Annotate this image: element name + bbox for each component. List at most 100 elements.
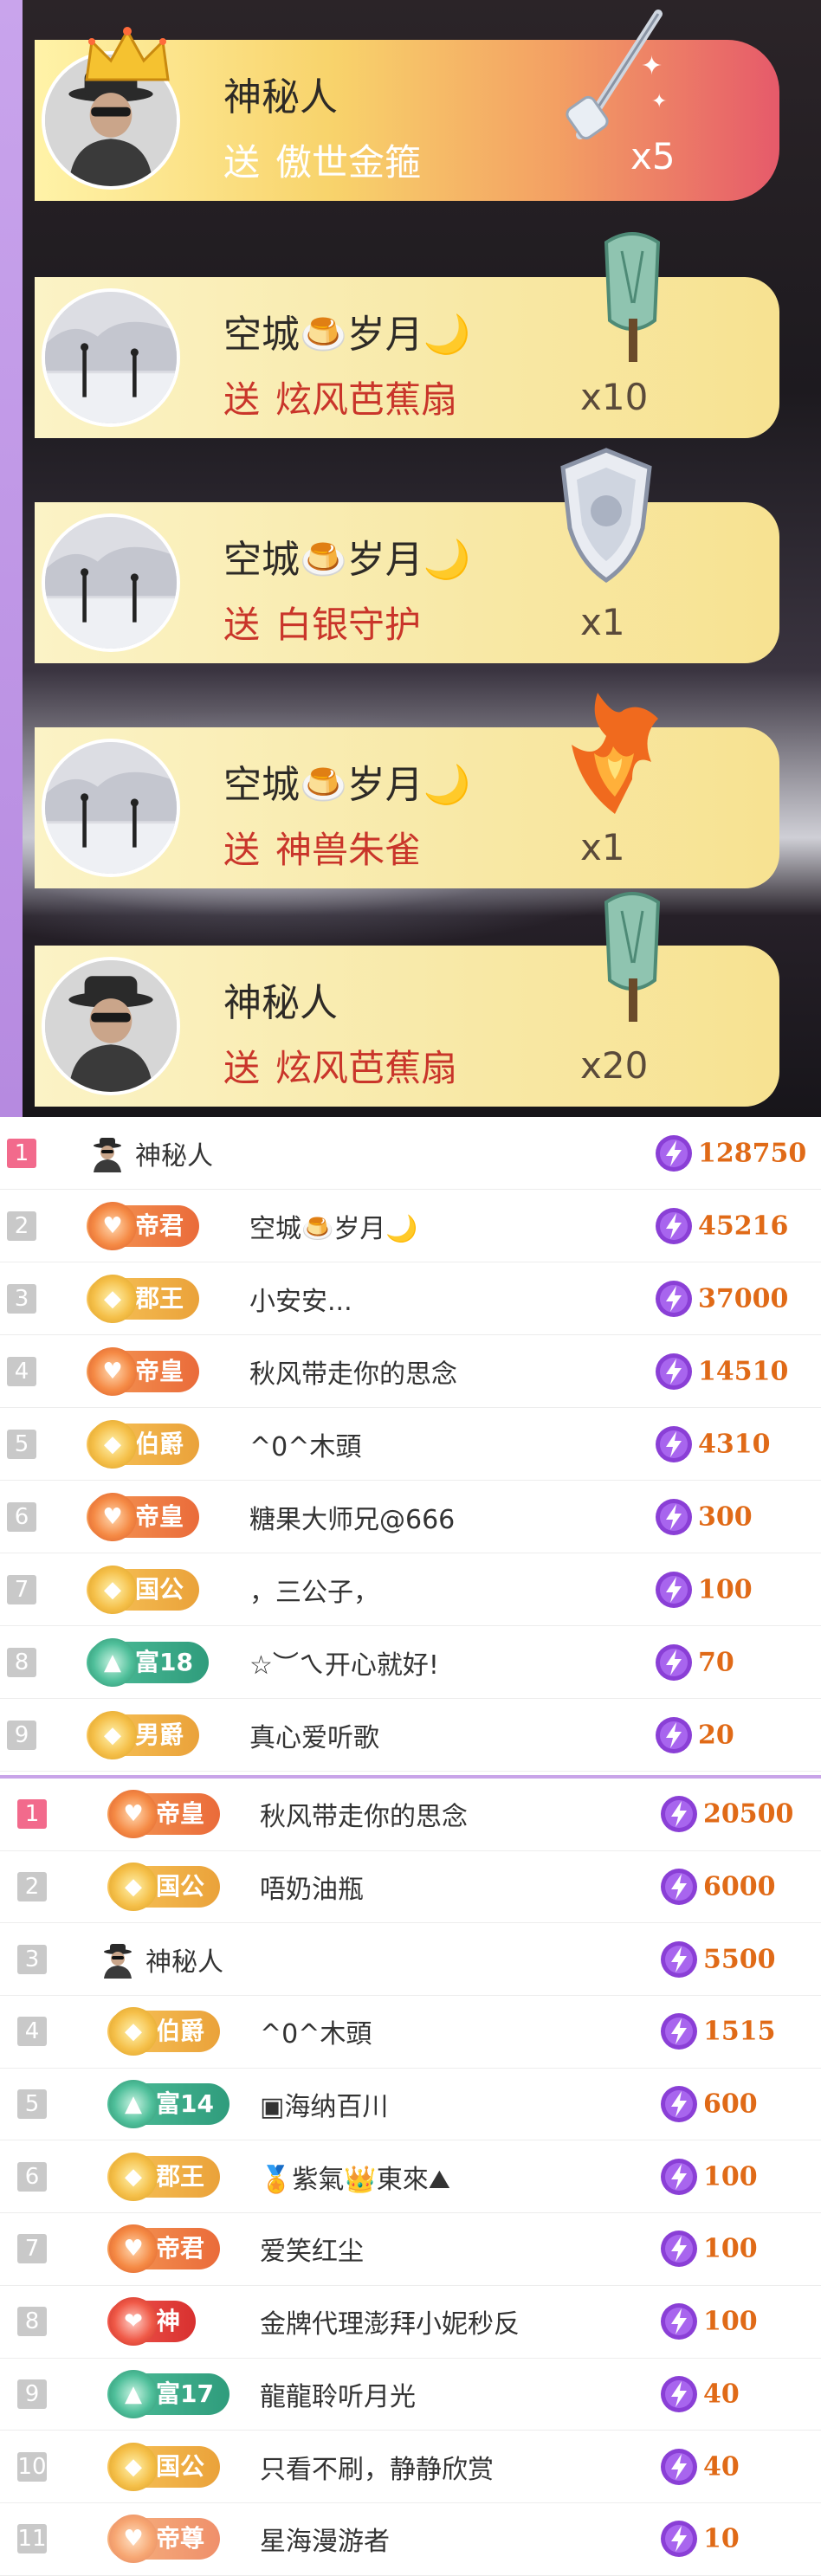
- user-name[interactable]: 真心爱听歌: [249, 1716, 379, 1754]
- badge-label: 帝皇: [135, 1356, 184, 1385]
- contribution-score: 100: [703, 2233, 758, 2264]
- user-name[interactable]: 空城🍮岁月🌙: [249, 1207, 418, 1245]
- user-name[interactable]: 🏅紫氣👑東來⛰: [260, 2158, 450, 2196]
- contribution-score: 70: [698, 1647, 734, 1677]
- user-name[interactable]: ^0^木頭: [260, 2012, 372, 2050]
- level-badge: ◆ 国公: [87, 1565, 200, 1614]
- gift-sender-name[interactable]: 空城🍮岁月🌙: [223, 528, 471, 584]
- ranking-row[interactable]: 11 ♥ 帝尊 星海漫游者 10: [0, 2503, 821, 2576]
- badge-emblem-icon: ◆: [88, 1419, 137, 1469]
- level-badge: ◆ 郡王: [107, 2152, 221, 2201]
- lightning-coin-icon: [655, 1353, 693, 1391]
- banana-fan-icon: [604, 232, 661, 362]
- user-name[interactable]: 金牌代理澎拜小妮秒反: [260, 2302, 520, 2340]
- user-name[interactable]: 爱笑红尘: [260, 2230, 364, 2268]
- lightning-coin-icon: [660, 1940, 698, 1979]
- user-name[interactable]: 糖果大师兄@666: [249, 1498, 455, 1536]
- contribution-score: 100: [703, 2161, 758, 2192]
- badge-label: 国公: [135, 1574, 184, 1604]
- gift-message-card[interactable]: 神秘人 送炫风芭蕉扇 x20: [35, 892, 779, 1107]
- badge-label: 国公: [156, 1872, 205, 1901]
- contribution-score: 5500: [703, 1944, 776, 1975]
- ranking-row[interactable]: 4 ♥ 帝皇 秋风带走你的思念 14510: [0, 1335, 821, 1408]
- user-name[interactable]: ▣海纳百川: [260, 2085, 388, 2123]
- badge-label: 帝君: [156, 2234, 205, 2263]
- gift-name: 神兽朱雀: [275, 829, 422, 871]
- gift-sender-name[interactable]: 空城🍮岁月🌙: [223, 753, 471, 809]
- user-name[interactable]: 小安安...: [249, 1280, 352, 1318]
- level-badge: ◆ 国公: [107, 2442, 221, 2491]
- ranking-row[interactable]: 2 ◆ 国公 唔奶油瓶 6000: [0, 1851, 821, 1924]
- gift-message-card[interactable]: 神秘人 送傲世金箍 x5 ✦ ✦: [35, 10, 779, 201]
- badge-label: 帝皇: [156, 1799, 205, 1829]
- ranking-row[interactable]: 8 ❤ 神 金牌代理澎拜小妮秒反 100: [0, 2286, 821, 2359]
- gift-sender-name[interactable]: 神秘人: [223, 66, 338, 121]
- ranking-row[interactable]: 2 ♥ 帝君 空城🍮岁月🌙 45216: [0, 1190, 821, 1262]
- avatar[interactable]: [42, 288, 180, 427]
- user-name[interactable]: ^0^木頭: [249, 1425, 361, 1463]
- snow-landscape-avatar-icon: [45, 517, 177, 649]
- gift-sender-name[interactable]: 空城🍮岁月🌙: [223, 303, 471, 358]
- svg-text:✦: ✦: [651, 91, 667, 113]
- ranking-row[interactable]: 5 ◆ 伯爵 ^0^木頭 4310: [0, 1408, 821, 1481]
- ranking-row[interactable]: 1 神秘人 128750: [0, 1117, 821, 1190]
- badge-emblem-icon: ▲: [88, 1637, 137, 1687]
- ranking-row[interactable]: 3 ◆ 郡王 小安安... 37000: [0, 1262, 821, 1335]
- gift-name: 傲世金箍: [275, 141, 422, 184]
- user-name[interactable]: 星海漫游者: [260, 2520, 390, 2558]
- gift-description: 送神兽朱雀: [223, 821, 421, 874]
- avatar[interactable]: [42, 739, 180, 877]
- user-name[interactable]: 唔奶油瓶: [260, 1868, 364, 1906]
- badge-label: 帝君: [135, 1211, 184, 1240]
- badge-label: 男爵: [135, 1720, 184, 1749]
- ranking-row[interactable]: 7 ♥ 帝君 爱笑红尘 100: [0, 2213, 821, 2286]
- user-name[interactable]: ，三公子，: [249, 1571, 379, 1609]
- level-badge: ♥ 帝君: [107, 2224, 221, 2274]
- silver-shield-icon: [560, 448, 652, 584]
- user-name[interactable]: ☆︶ㄟ开心就好!: [249, 1643, 439, 1682]
- user-name[interactable]: 神秘人: [145, 1940, 223, 1979]
- gift-message-card[interactable]: 空城🍮岁月🌙 送神兽朱雀 x1: [35, 693, 779, 888]
- lightning-coin-icon: [655, 1425, 693, 1463]
- ranking-row[interactable]: 8 ▲ 富18 ☆︶ㄟ开心就好! 70: [0, 1626, 821, 1699]
- contribution-score: 20: [698, 1720, 734, 1750]
- level-badge: ♥ 帝尊: [107, 2515, 221, 2564]
- user-name[interactable]: 只看不刷，静静欣赏: [260, 2448, 494, 2486]
- rank-number: 10: [17, 2451, 47, 2482]
- user-name[interactable]: 龍龍聆听月光: [260, 2375, 416, 2413]
- ranking-row[interactable]: 6 ♥ 帝皇 糖果大师兄@666 300: [0, 1481, 821, 1553]
- badge-emblem-icon: ◆: [109, 2442, 158, 2491]
- lightning-coin-icon: [655, 1571, 693, 1609]
- ranking-row[interactable]: 9 ◆ 男爵 真心爱听歌 20: [0, 1699, 821, 1772]
- avatar[interactable]: [42, 957, 180, 1095]
- ranking-row[interactable]: 10 ◆ 国公 只看不刷，静静欣赏 40: [0, 2431, 821, 2503]
- avatar[interactable]: [42, 513, 180, 652]
- ranking-row[interactable]: 7 ◆ 国公 ，三公子， 100: [0, 1553, 821, 1626]
- ranking-row[interactable]: 6 ◆ 郡王 🏅紫氣👑東來⛰ 100: [0, 2140, 821, 2214]
- gift-verb: 送: [223, 604, 261, 646]
- gift-sender-name[interactable]: 神秘人: [223, 972, 338, 1027]
- user-name[interactable]: 秋风带走你的思念: [260, 1795, 468, 1833]
- contribution-score: 4310: [698, 1429, 771, 1459]
- contribution-score: 1515: [703, 2016, 776, 2047]
- level-badge: ◆ 伯爵: [107, 2007, 221, 2056]
- user-name[interactable]: 秋风带走你的思念: [249, 1353, 457, 1391]
- gift-verb: 送: [223, 829, 261, 871]
- gift-message-card[interactable]: 空城🍮岁月🌙 送炫风芭蕉扇 x10: [35, 232, 779, 438]
- user-name[interactable]: 神秘人: [135, 1134, 213, 1172]
- rank-number: 2: [7, 1211, 36, 1241]
- badge-emblem-icon: ♥: [109, 2515, 158, 2564]
- contribution-score: 37000: [698, 1283, 789, 1314]
- rank-number: 7: [7, 1574, 36, 1604]
- rank-number: 4: [7, 1356, 36, 1386]
- gift-feed: 神秘人 送傲世金箍 x5 ✦ ✦ 空城🍮岁月🌙 送 炫风芭蕉扇 x10 空城🍮岁…: [0, 0, 821, 1117]
- rank-number: 1: [17, 1799, 47, 1830]
- lightning-coin-icon: [655, 1643, 693, 1682]
- ranking-row[interactable]: 3 神秘人 5500: [0, 1923, 821, 1997]
- ranking-row[interactable]: 5 ▲ 富14 ▣海纳百川 600: [0, 2069, 821, 2141]
- ranking-row[interactable]: 4 ◆ 伯爵 ^0^木頭 1515: [0, 1996, 821, 2069]
- ranking-row[interactable]: 9 ▲ 富17 龍龍聆听月光 40: [0, 2359, 821, 2431]
- gift-message-card[interactable]: 空城🍮岁月🌙 送白银守护 x1: [35, 448, 779, 663]
- ranking-row[interactable]: 1 ♥ 帝皇 秋风带走你的思念 20500: [0, 1779, 821, 1851]
- mystery-user-icon: [88, 1134, 126, 1172]
